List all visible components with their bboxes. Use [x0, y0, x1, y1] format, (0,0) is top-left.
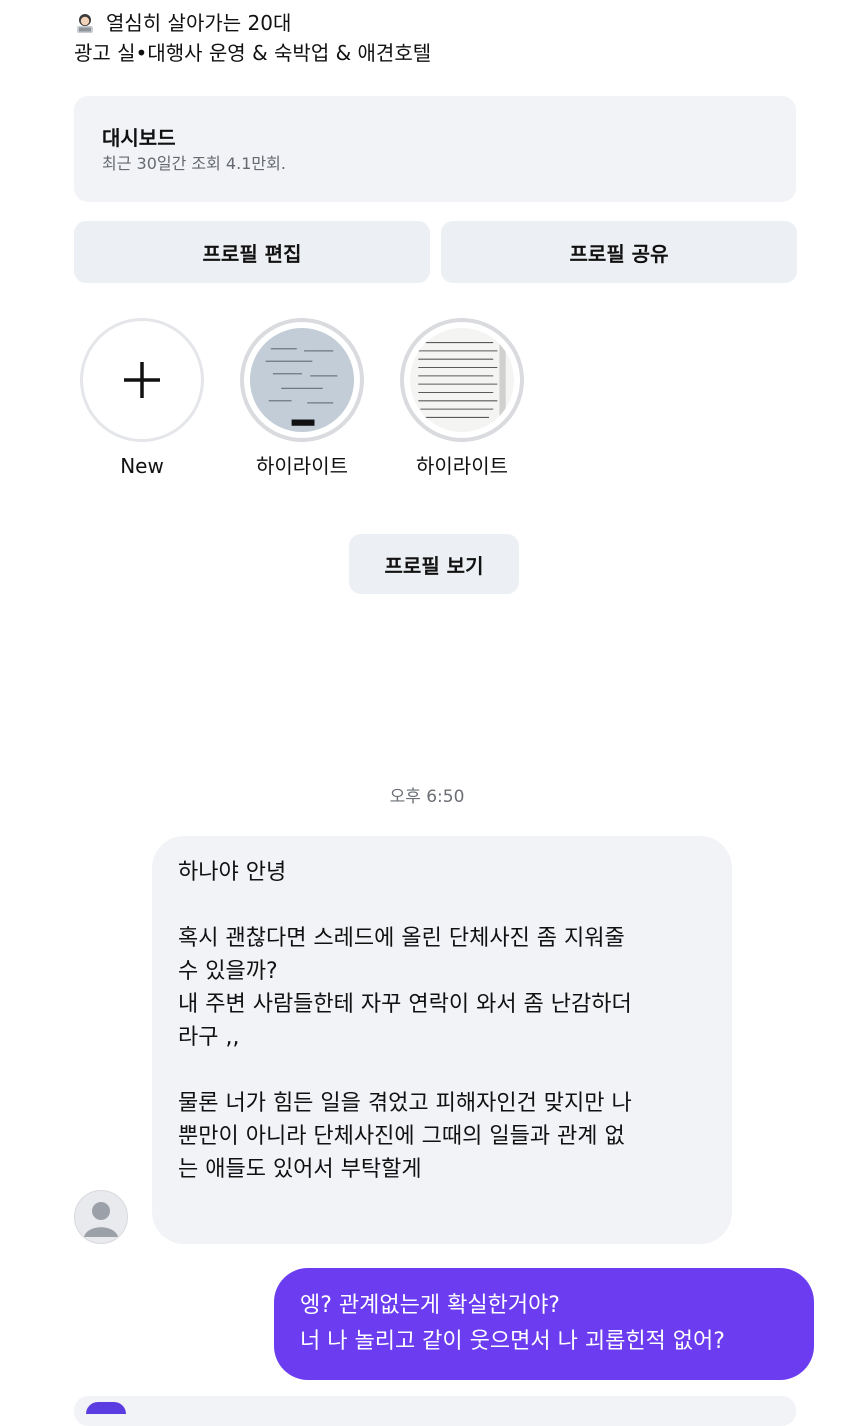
- outgoing-message-bubble[interactable]: 엥? 관계없는게 확실한거야? 너 나 놀리고 같이 웃으면서 나 괴롭힌적 없…: [274, 1268, 814, 1380]
- document-photo-image: [250, 328, 354, 432]
- bio-line-1: 열심히 살아가는 20대: [74, 8, 431, 38]
- highlight-label: 하이라이트: [416, 454, 508, 478]
- message-line: 뿐만이 아니라 단체사진에 그때의 일들과 관계 없: [178, 1124, 625, 1149]
- highlight-label: New: [120, 454, 164, 478]
- message-line: 는 애들도 있어서 부탁할게: [178, 1157, 422, 1182]
- plus-icon: [124, 362, 160, 398]
- highlight-item[interactable]: 하이라이트: [398, 318, 526, 480]
- share-profile-button[interactable]: 프로필 공유: [441, 221, 797, 283]
- message-timestamp: 오후 6:50: [389, 787, 465, 807]
- dashboard-title: 대시보드: [102, 126, 176, 150]
- profile-bio: 열심히 살아가는 20대 광고 실•대행사 운영 & 숙박업 & 애견호텔: [74, 8, 431, 68]
- message-line: 하나야 안녕: [178, 860, 287, 885]
- highlight-label: 하이라이트: [256, 454, 348, 478]
- edit-profile-button[interactable]: 프로필 편집: [74, 221, 430, 283]
- message-line: 혹시 괜찮다면 스레드에 올린 단체사진 좀 지워줄: [178, 926, 625, 951]
- dashboard-card[interactable]: 대시보드 최근 30일간 조회 4.1만회.: [74, 96, 796, 202]
- message-line: 너 나 놀리고 같이 웃으면서 나 괴롭힌적 없어?: [300, 1329, 725, 1354]
- highlight-item[interactable]: 하이라이트: [238, 318, 366, 480]
- next-message-avatar: [86, 1402, 126, 1414]
- message-line: 내 주변 사람들한테 자꾸 연락이 와서 좀 난감하더: [178, 992, 632, 1017]
- default-user-icon: [84, 1202, 118, 1237]
- next-message-bubble[interactable]: [74, 1396, 796, 1426]
- highlight-new[interactable]: New: [78, 318, 206, 480]
- bio-line-2: 광고 실•대행사 운영 & 숙박업 & 애견호텔: [74, 41, 432, 65]
- message-line: 엥? 관계없는게 확실한거야?: [300, 1293, 560, 1318]
- message-line: 라구 ,,: [178, 1025, 240, 1050]
- new-highlight-circle[interactable]: [80, 318, 204, 442]
- dashboard-subtitle: 최근 30일간 조회 4.1만회.: [102, 154, 286, 173]
- sender-avatar[interactable]: [74, 1190, 128, 1244]
- incoming-message-bubble[interactable]: 하나야 안녕 혹시 괜찮다면 스레드에 올린 단체사진 좀 지워줄 수 있을까?…: [152, 836, 732, 1244]
- bio-text-1: 열심히 살아가는 20대: [106, 11, 292, 35]
- view-profile-button[interactable]: 프로필 보기: [349, 534, 519, 594]
- text-document-image: [410, 328, 514, 432]
- person-with-laptop-icon: [74, 12, 96, 34]
- message-line: 물론 너가 힘든 일을 겪었고 피해자인건 맞지만 나: [178, 1091, 632, 1116]
- message-line: 수 있을까?: [178, 959, 278, 984]
- highlight-thumbnail[interactable]: [240, 318, 364, 442]
- highlight-thumbnail[interactable]: [400, 318, 524, 442]
